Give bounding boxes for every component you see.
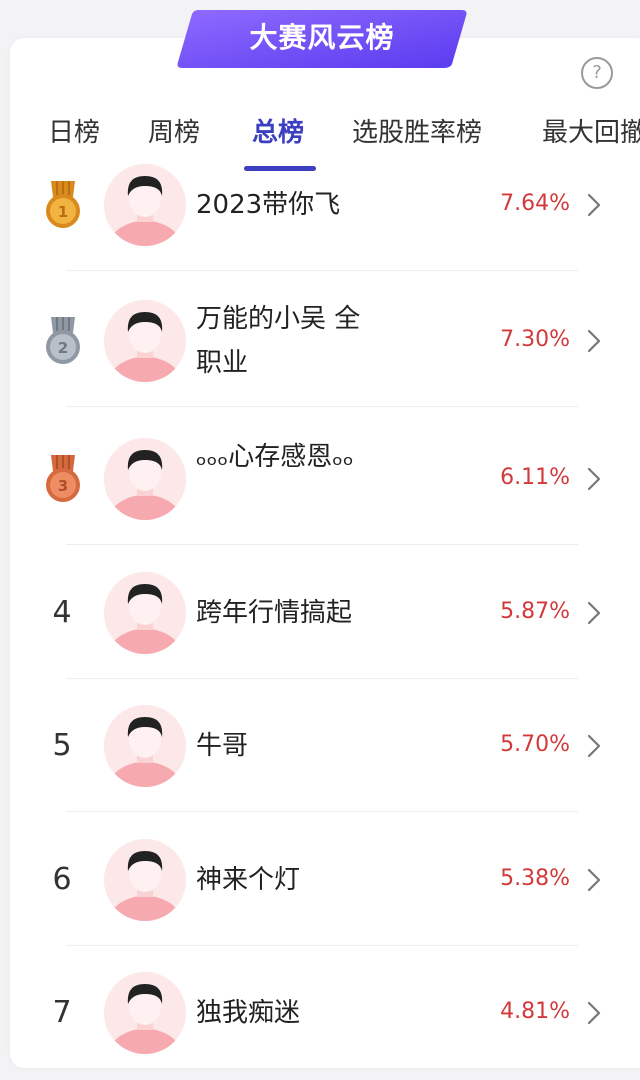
chevron-right-icon[interactable] <box>584 465 604 493</box>
row-divider <box>66 811 578 812</box>
return-rate: 6.11% <box>500 465 570 490</box>
ranking-row[interactable]: 5 牛哥 5.70% <box>0 679 640 813</box>
row-divider <box>66 270 578 271</box>
rank-number: 5 <box>52 728 72 763</box>
bronze-medal-icon: 3 <box>43 453 83 505</box>
row-divider <box>66 544 578 545</box>
ranking-row[interactable]: 1 2023带你飞 7.64% <box>0 138 640 272</box>
gold-medal-icon: 1 <box>43 179 83 231</box>
ranking-row[interactable]: 6 神来个灯 5.38% <box>0 813 640 947</box>
leaderboard-banner: 大赛风云榜 <box>176 6 468 70</box>
medal-rank-number: 1 <box>58 203 68 221</box>
ranking-row[interactable]: 2 万能的小吴 全职业 7.30% <box>0 274 640 408</box>
return-rate: 7.30% <box>500 327 570 352</box>
avatar[interactable] <box>104 300 186 382</box>
chevron-right-icon[interactable] <box>584 191 604 219</box>
return-rate: 5.70% <box>500 732 570 757</box>
medal-rank-number: 3 <box>58 477 68 495</box>
avatar[interactable] <box>104 705 186 787</box>
chevron-right-icon[interactable] <box>584 327 604 355</box>
rank-number: 6 <box>52 862 72 897</box>
ranking-row[interactable]: 3 ₒₒₒ心存感恩ₒₒ 6.11% <box>0 412 640 546</box>
player-name: 神来个灯 <box>196 865 301 895</box>
return-rate: 4.81% <box>500 999 570 1024</box>
ranking-row[interactable]: 4 跨年行情搞起 5.87% <box>0 546 640 680</box>
avatar[interactable] <box>104 839 186 921</box>
rank-number: 7 <box>52 995 72 1030</box>
ranking-list: 1 2023带你飞 7.64% 2 万能的小吴 全职业 7.30% 3 ₒₒₒ心存感恩ₒₒ 6.… <box>0 0 640 1054</box>
ranking-row[interactable]: 7 独我痴迷 4.81% <box>0 946 640 1080</box>
player-name: 2023带你飞 <box>196 190 341 220</box>
chevron-right-icon[interactable] <box>584 866 604 894</box>
return-rate: 5.87% <box>500 599 570 624</box>
silver-medal-icon: 2 <box>43 315 83 367</box>
player-name: 牛哥 <box>196 731 249 761</box>
avatar[interactable] <box>104 572 186 654</box>
medal-rank-number: 2 <box>58 339 68 357</box>
avatar[interactable] <box>104 438 186 520</box>
return-rate: 5.38% <box>500 866 570 891</box>
avatar[interactable] <box>104 164 186 246</box>
player-name: 万能的小吴 全职业 <box>196 304 361 378</box>
player-name: 跨年行情搞起 <box>196 598 353 628</box>
rank-number: 4 <box>52 595 72 630</box>
player-name: ₒₒₒ心存感恩ₒₒ <box>196 442 354 472</box>
chevron-right-icon[interactable] <box>584 732 604 760</box>
chevron-right-icon[interactable] <box>584 599 604 627</box>
chevron-right-icon[interactable] <box>584 999 604 1027</box>
avatar[interactable] <box>104 972 186 1054</box>
banner-title: 大赛风云榜 <box>249 21 395 54</box>
player-name: 独我痴迷 <box>196 998 301 1028</box>
row-divider <box>66 406 578 407</box>
return-rate: 7.64% <box>500 191 570 216</box>
